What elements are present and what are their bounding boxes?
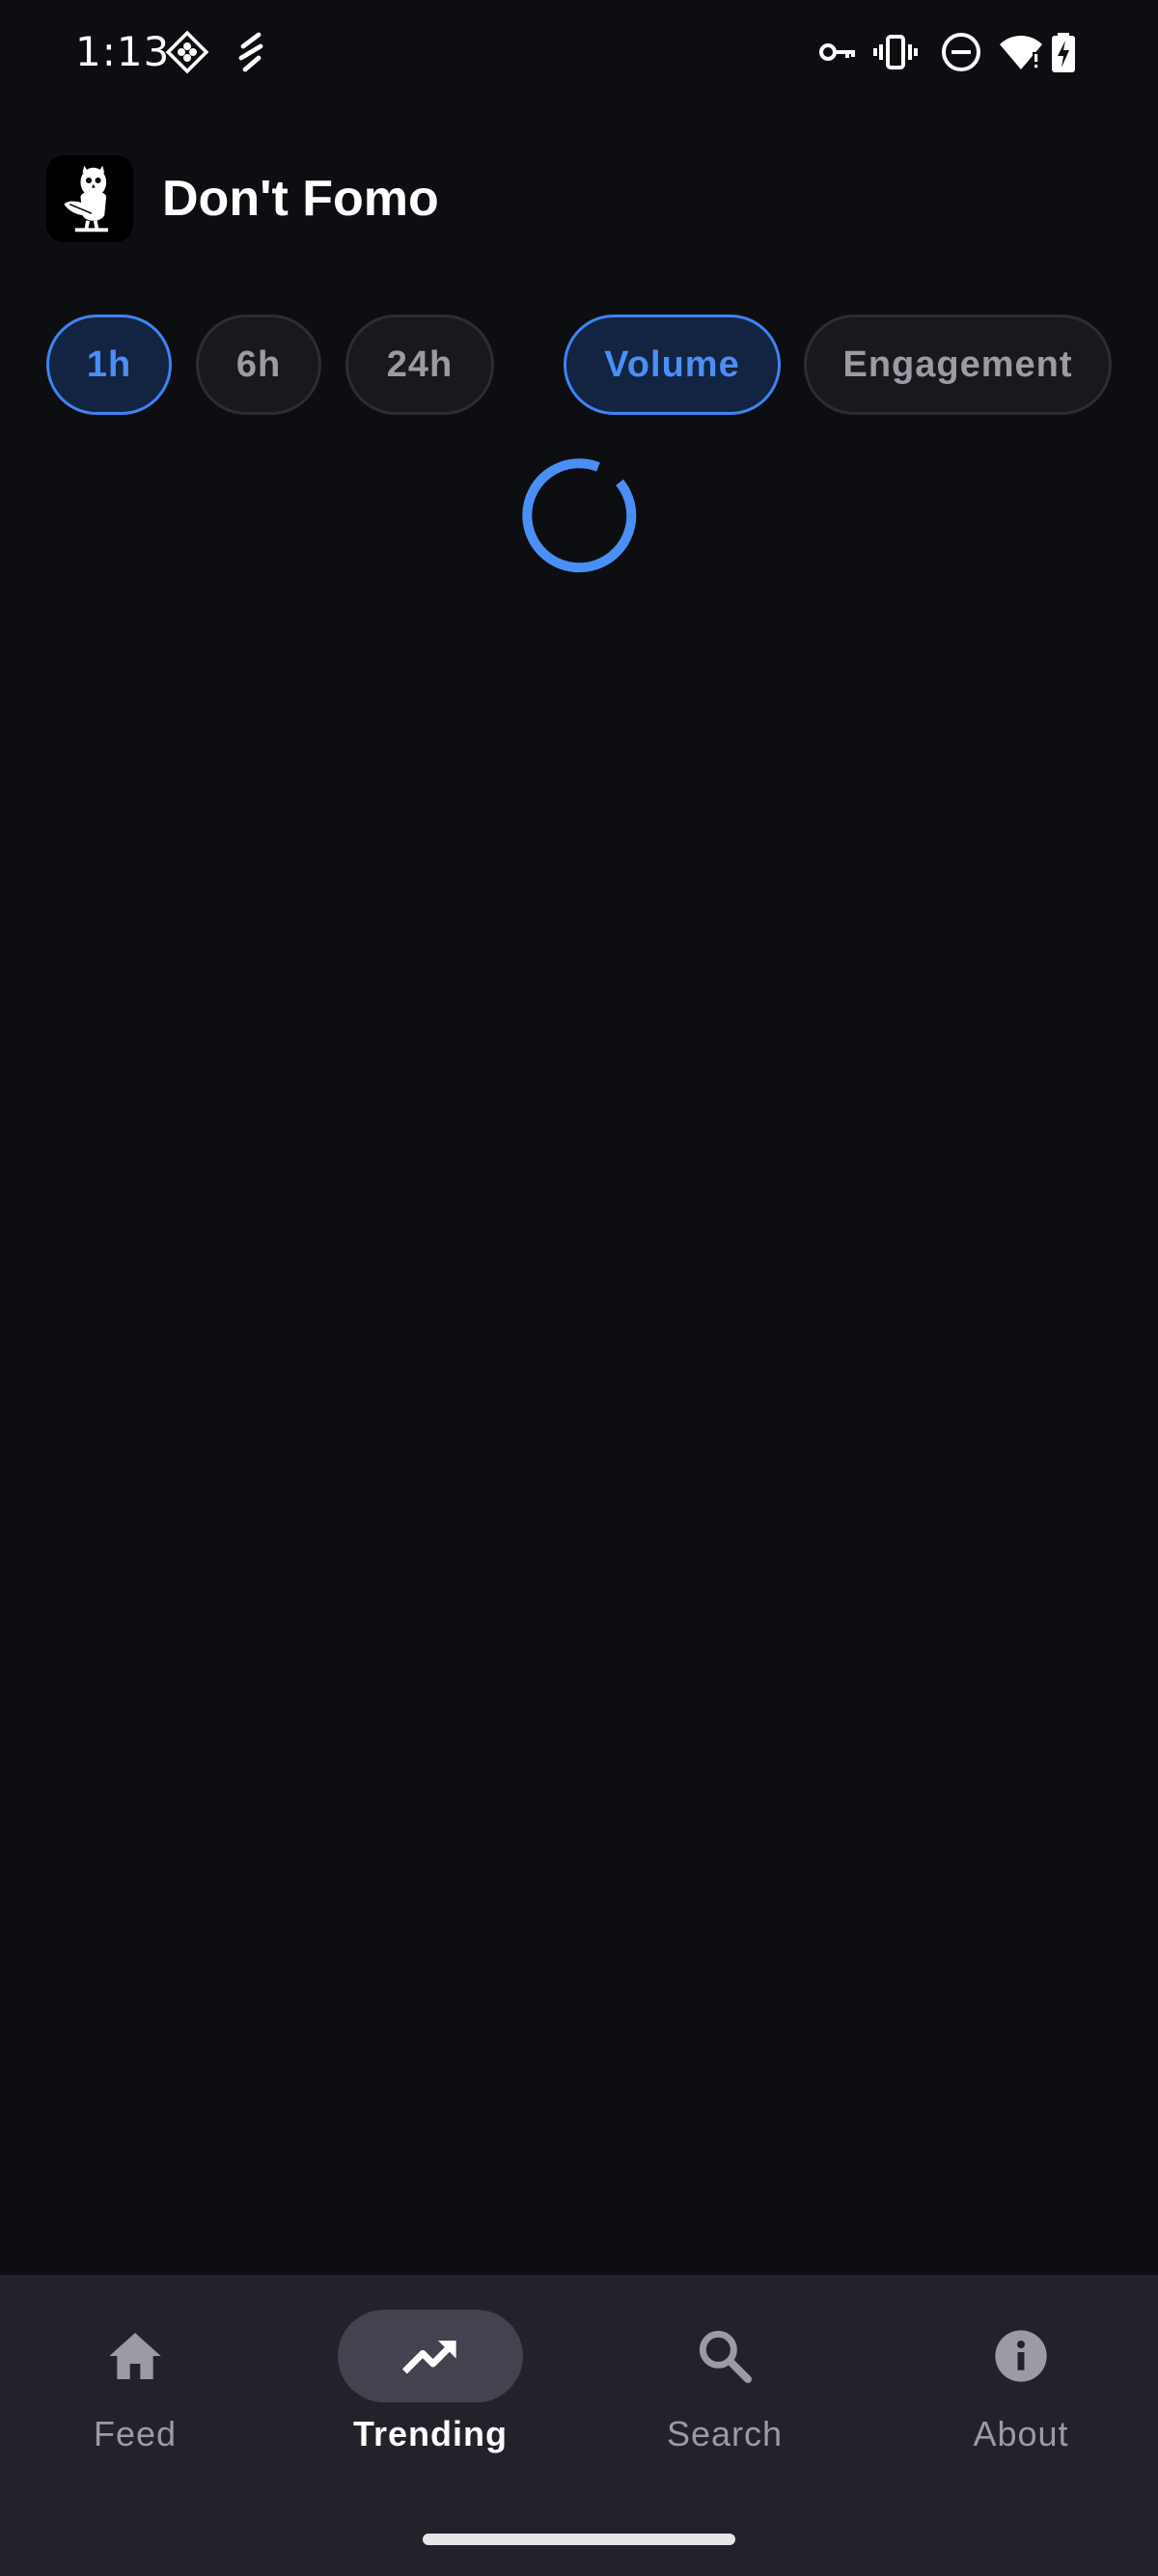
trending-up-icon [401, 2341, 456, 2374]
nav-label-trending: Trending [353, 2414, 508, 2453]
app-title: Don't Fomo [162, 171, 439, 227]
nav-pill-about [928, 2310, 1114, 2402]
nav-item-search[interactable]: Search [609, 2310, 841, 2503]
loading-spinner [519, 455, 639, 575]
nav-label-search: Search [666, 2414, 784, 2453]
status-time: 1:13 [75, 28, 171, 75]
owl-logo [46, 155, 133, 242]
app-header: Don't Fomo [46, 154, 439, 243]
battery-charging-icon [1044, 29, 1090, 75]
home-indicator[interactable] [423, 2534, 735, 2545]
bottom-navigation: Feed Trending Search About [0, 2275, 1158, 2576]
chip-time-6h[interactable]: 6h [196, 315, 321, 415]
nav-item-trending[interactable]: Trending [315, 2310, 546, 2503]
chip-time-24h[interactable]: 24h [345, 315, 494, 415]
chip-time-1h[interactable]: 1h [46, 315, 172, 415]
chip-sort-volume[interactable]: Volume [564, 315, 781, 415]
nav-label-about: About [973, 2414, 1069, 2453]
nav-pill-search [632, 2310, 817, 2402]
nav-label-feed: Feed [93, 2414, 178, 2453]
wifi-icon [998, 29, 1044, 75]
nav-item-feed[interactable]: Feed [19, 2310, 251, 2503]
nav-pill-feed [42, 2310, 228, 2402]
vpn-key-icon [814, 29, 861, 75]
bolt-notification-icon [228, 29, 274, 75]
vibrate-icon [872, 29, 919, 75]
app-notification-icon [164, 29, 210, 75]
info-icon [995, 2330, 1047, 2382]
home-icon [109, 2333, 161, 2379]
filter-row: 1h 6h 24h Volume Engagement [0, 315, 1158, 419]
chip-sort-engagement[interactable]: Engagement [804, 315, 1112, 415]
nav-item-about[interactable]: About [905, 2310, 1137, 2503]
search-icon [699, 2330, 752, 2383]
do-not-disturb-icon [938, 29, 984, 75]
status-bar: 1:13 [0, 0, 1158, 106]
nav-pill-trending [338, 2310, 523, 2402]
